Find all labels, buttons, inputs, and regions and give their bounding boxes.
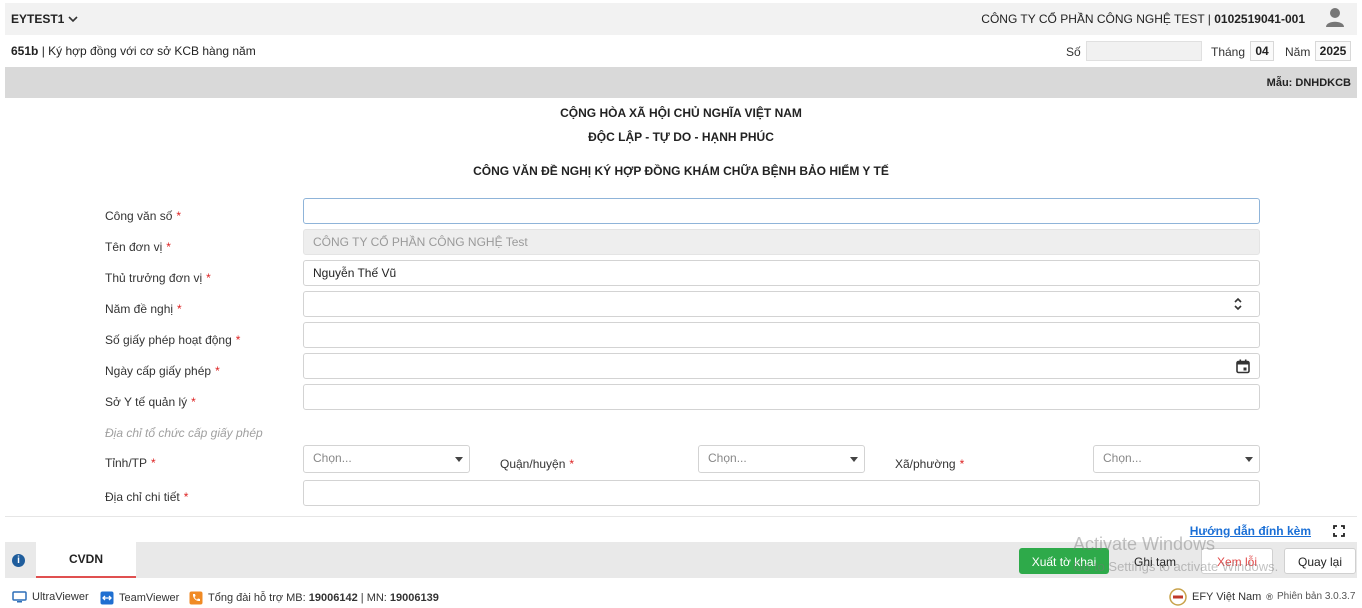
registered-icon: ® [1266, 592, 1273, 602]
dropdown-caret-icon [1245, 457, 1253, 462]
teamviewer-link[interactable]: TeamViewer [100, 591, 179, 605]
cong-van-so-input[interactable] [303, 198, 1260, 224]
info-icon[interactable]: i [12, 554, 25, 567]
mn-phone: 19006139 [389, 592, 439, 604]
status-bar: UltraViewer TeamViewer Tổng đài hỗ trợ M… [0, 582, 1362, 608]
efy-brand: EFY Việt Nam ® [1169, 588, 1273, 606]
monitor-icon [12, 591, 27, 603]
required-mark: * [959, 457, 965, 471]
required-mark: * [569, 457, 575, 471]
required-mark: * [176, 209, 182, 223]
so-label: Số [1066, 45, 1081, 59]
thu-truong-label: Thủ trưởng đơn vị * [105, 271, 211, 285]
form-header: 651b | Ký hợp đồng với cơ sở KCB hàng nă… [5, 35, 1357, 67]
ten-don-vi-input: CÔNG TY CỔ PHẦN CÔNG NGHỆ Test [303, 229, 1260, 255]
required-mark: * [151, 456, 156, 470]
form-code: 651b [11, 44, 39, 58]
version-text: Phiên bản 3.0.3.7 [1277, 591, 1356, 602]
thang-label: Tháng [1211, 45, 1246, 59]
motto-heading: ĐỘC LẬP - TỰ DO - HẠNH PHÚC [588, 130, 774, 144]
top-bar: EYTEST1 CÔNG TY CỔ PHẦN CÔNG NGHỆ TEST |… [5, 3, 1357, 35]
address-group-label: Địa chỉ tổ chức cấp giấy phép [105, 426, 263, 440]
so-y-te-label: Sở Y tế quản lý * [105, 395, 196, 409]
efy-logo-icon [1169, 588, 1187, 606]
form-title: 651b | Ký hợp đồng với cơ sở KCB hàng nă… [11, 44, 256, 58]
so-giay-phep-input[interactable] [303, 322, 1260, 348]
so-field[interactable] [1086, 41, 1202, 61]
national-heading: CỘNG HÒA XÃ HỘI CHỦ NGHĨA VIỆT NAM [560, 106, 802, 120]
xa-select[interactable]: Chọn... [1093, 445, 1260, 473]
required-mark: * [166, 240, 171, 254]
required-mark: * [235, 333, 241, 347]
thu-truong-input[interactable]: Nguyễn Thế Vũ [303, 260, 1260, 286]
back-button[interactable]: Quay lại [1284, 548, 1356, 574]
fullscreen-icon[interactable] [1333, 525, 1345, 537]
calendar-icon[interactable] [1236, 359, 1250, 374]
ultraviewer-link[interactable]: UltraViewer [12, 591, 89, 603]
user-name: EYTEST1 [11, 12, 65, 26]
form-name: | Ký hợp đồng với cơ sở KCB hàng năm [38, 44, 256, 58]
document-title: CÔNG VĂN ĐỀ NGHỊ KÝ HỢP ĐỒNG KHÁM CHỮA B… [473, 164, 889, 178]
dia-chi-chi-tiet-label: Địa chỉ chi tiết * [105, 490, 189, 504]
nam-field[interactable]: 2025 [1315, 41, 1351, 61]
company-info: CÔNG TY CỔ PHẦN CÔNG NGHỆ TEST | 0102519… [981, 12, 1305, 26]
so-y-te-input[interactable] [303, 384, 1260, 410]
thang-field[interactable]: 04 [1250, 41, 1274, 61]
tax-code: 0102519041-001 [1214, 12, 1305, 26]
activate-windows-title: Activate Windows [1073, 534, 1216, 554]
so-giay-phep-label: Số giấy phép hoạt động * [105, 333, 241, 347]
teamviewer-icon [100, 591, 114, 605]
nam-label: Năm [1285, 45, 1311, 59]
quan-select[interactable]: Chọn... [698, 445, 865, 473]
ngay-cap-label: Ngày cấp giấy phép * [105, 364, 220, 378]
xa-label: Xã/phường * [895, 457, 965, 471]
cong-van-so-label: Công văn số * [105, 209, 182, 223]
required-mark: * [206, 271, 211, 285]
support-hotline: Tổng đài hỗ trợ MB: 19006142 | MN: 19006… [189, 591, 439, 605]
required-mark: * [177, 302, 182, 316]
ten-don-vi-label: Tên đơn vị * [105, 240, 171, 254]
spinner-icon[interactable] [1233, 296, 1243, 312]
template-code: Mẫu: DNHDKCB [1266, 77, 1351, 89]
nam-de-nghi-input[interactable] [303, 291, 1260, 317]
tinh-label: Tỉnh/TP * [105, 456, 156, 470]
form-area: CỘNG HÒA XÃ HỘI CHỦ NGHĨA VIỆT NAM ĐỘC L… [5, 98, 1357, 514]
tab-cvdn[interactable]: CVDN [36, 542, 136, 578]
company-name: CÔNG TY CỔ PHẦN CÔNG NGHỆ TEST | [981, 12, 1215, 26]
nam-de-nghi-label: Năm đề nghị * [105, 302, 182, 316]
phone-icon [189, 591, 203, 605]
required-mark: * [183, 490, 189, 504]
user-icon[interactable] [1325, 7, 1345, 29]
chevron-down-icon [68, 16, 78, 23]
dia-chi-chi-tiet-input[interactable] [303, 480, 1260, 506]
mb-phone: 19006142 [308, 592, 358, 604]
user-menu[interactable]: EYTEST1 [11, 12, 78, 26]
required-mark: * [191, 395, 196, 409]
quan-label: Quận/huyện * [500, 457, 575, 471]
tinh-select[interactable]: Chọn... [303, 445, 470, 473]
dropdown-caret-icon [455, 457, 463, 462]
ngay-cap-input[interactable] [303, 353, 1260, 379]
required-mark: * [215, 364, 220, 378]
activate-windows-subtitle: Go to Settings to activate Windows. [1073, 559, 1279, 574]
template-band: Mẫu: DNHDKCB [5, 67, 1357, 98]
dropdown-caret-icon [850, 457, 858, 462]
